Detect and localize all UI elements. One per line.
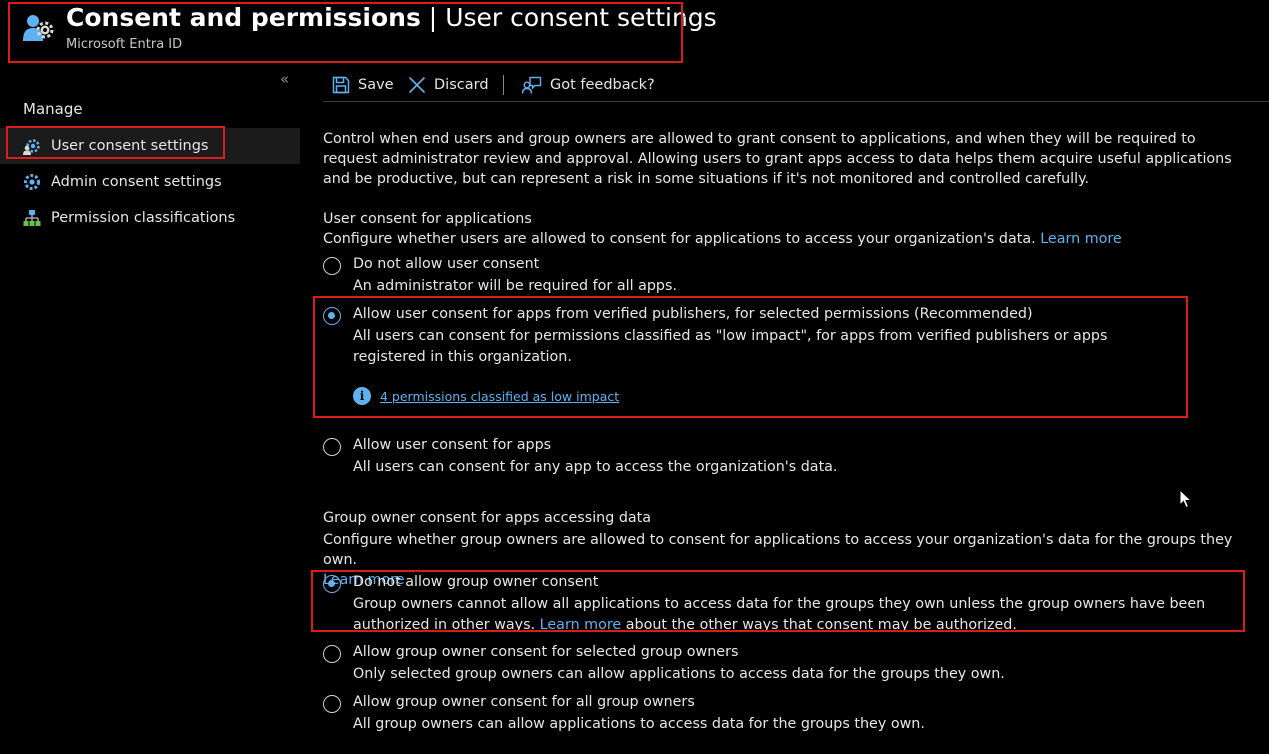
sidebar-item-admin-consent-settings[interactable]: Admin consent settings [0, 164, 300, 200]
sidebar-item-label: Permission classifications [51, 210, 236, 226]
user-consent-option-none[interactable]: Do not allow user consent An administrat… [323, 256, 1223, 296]
group-consent-description-text: Configure whether group owners are allow… [323, 532, 1233, 568]
toolbar-underline [323, 101, 1269, 102]
highlight-box-title [8, 2, 683, 63]
got-feedback-button[interactable]: Got feedback? [522, 71, 655, 99]
option-description: All users can consent for any app to acc… [353, 459, 838, 475]
user-consent-description: Configure whether users are allowed to c… [323, 231, 1122, 247]
gear-icon [23, 173, 41, 191]
sidebar-item-label: Admin consent settings [51, 174, 222, 190]
group-consent-option-all-owners[interactable]: Allow group owner consent for all group … [323, 694, 1223, 734]
radio-button[interactable] [323, 438, 341, 456]
radio-button[interactable] [323, 257, 341, 275]
option-label: Allow user consent for apps [353, 437, 552, 453]
feedback-label: Got feedback? [550, 77, 655, 93]
user-consent-title: User consent for applications [323, 211, 532, 227]
highlight-box-user-consent [313, 296, 1188, 418]
save-button[interactable]: Save [332, 71, 394, 99]
highlight-box-group-consent [311, 570, 1245, 632]
mouse-cursor-icon [1179, 488, 1193, 513]
hierarchy-icon [23, 209, 41, 227]
discard-label: Discard [434, 77, 489, 93]
radio-button[interactable] [323, 645, 341, 663]
sidebar-item-permission-classifications[interactable]: Permission classifications [0, 200, 300, 236]
toolbar-divider [503, 75, 504, 95]
option-label: Allow group owner consent for all group … [353, 694, 695, 710]
user-consent-learn-more-link[interactable]: Learn more [1040, 231, 1122, 247]
radio-button[interactable] [323, 695, 341, 713]
highlight-box-sidebar [6, 126, 225, 159]
more-options-button[interactable]: ... [683, 6, 697, 20]
group-consent-title: Group owner consent for apps accessing d… [323, 510, 652, 526]
option-label: Do not allow user consent [353, 256, 540, 272]
option-label: Allow group owner consent for selected g… [353, 644, 739, 660]
collapse-sidebar-button[interactable]: « [280, 70, 289, 88]
command-bar: Save Discard Got feedback? [323, 71, 1269, 101]
save-icon [332, 76, 350, 94]
sidebar-section-manage: Manage [23, 100, 83, 118]
option-description: Only selected group owners can allow app… [353, 666, 1005, 682]
save-label: Save [358, 77, 394, 93]
discard-button[interactable]: Discard [408, 71, 489, 99]
option-description: An administrator will be required for al… [353, 278, 677, 294]
close-icon [408, 76, 426, 94]
intro-text: Control when end users and group owners … [323, 131, 1232, 187]
group-consent-option-selected-owners[interactable]: Allow group owner consent for selected g… [323, 644, 1223, 684]
feedback-icon [522, 76, 542, 94]
option-description: All group owners can allow applications … [353, 716, 925, 732]
user-consent-option-all-apps[interactable]: Allow user consent for apps All users ca… [323, 437, 1223, 477]
user-consent-description-text: Configure whether users are allowed to c… [323, 231, 1036, 247]
